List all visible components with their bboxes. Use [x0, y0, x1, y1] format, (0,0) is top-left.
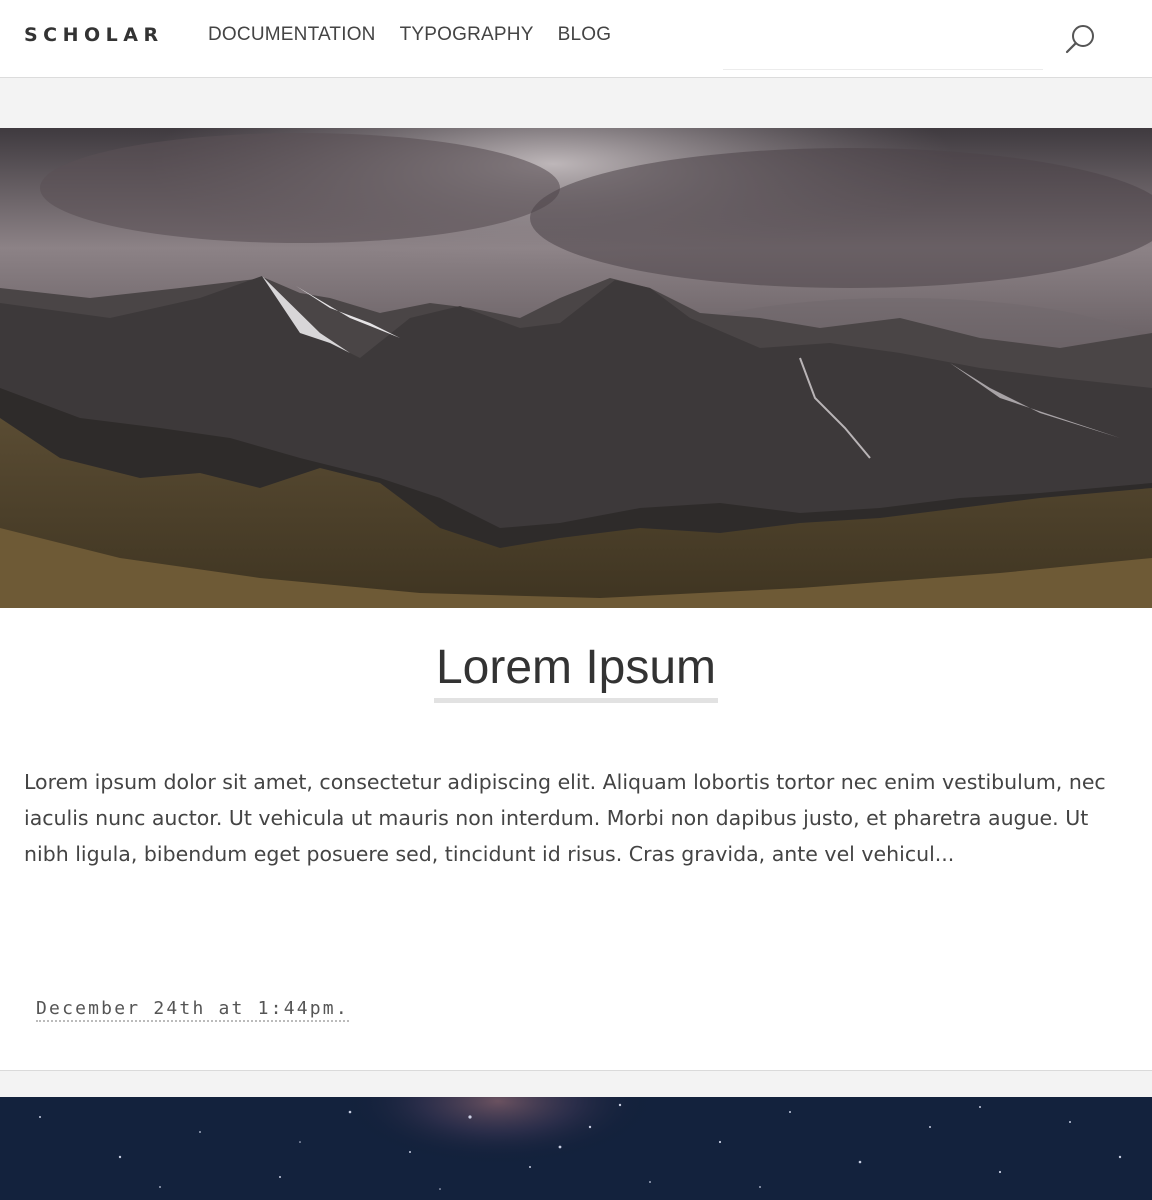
next-post-hero-image[interactable] — [0, 1097, 1152, 1200]
search-button[interactable] — [1062, 22, 1098, 58]
post-card: Lorem Ipsum Lorem ipsum dolor sit amet, … — [0, 128, 1152, 1071]
site-header: SCHOLAR DOCUMENTATION TYPOGRAPHY BLOG — [0, 0, 1152, 78]
search-icon — [1065, 25, 1094, 54]
nav-typography[interactable]: TYPOGRAPHY — [400, 24, 534, 46]
site-logo[interactable]: SCHOLAR — [24, 24, 164, 46]
post-title-wrap: Lorem Ipsum — [0, 640, 1152, 703]
search-input[interactable] — [723, 22, 1043, 70]
post-title[interactable]: Lorem Ipsum — [433, 640, 719, 703]
post-excerpt: Lorem ipsum dolor sit amet, consectetur … — [24, 770, 1106, 866]
nav-blog[interactable]: BLOG — [558, 24, 612, 46]
post-hero-image[interactable] — [0, 128, 1152, 608]
post-date-link[interactable]: December 24th at 1:44pm. — [36, 998, 349, 1022]
nav-documentation[interactable]: DOCUMENTATION — [208, 24, 376, 46]
main-nav: DOCUMENTATION TYPOGRAPHY BLOG — [208, 24, 611, 46]
